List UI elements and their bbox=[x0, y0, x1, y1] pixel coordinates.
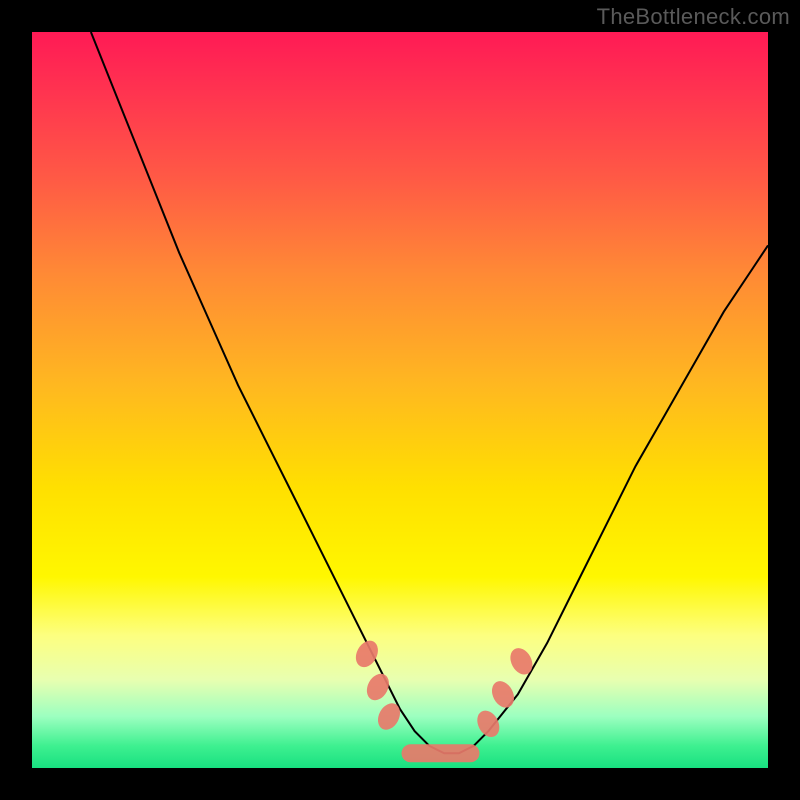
marker-dot-1 bbox=[362, 670, 393, 704]
watermark-text: TheBottleneck.com bbox=[597, 4, 790, 30]
marker-group bbox=[351, 637, 536, 762]
marker-dot-0 bbox=[351, 637, 382, 671]
plot-gradient-area bbox=[32, 32, 768, 768]
marker-dot-4 bbox=[473, 707, 504, 741]
chart-frame: TheBottleneck.com bbox=[0, 0, 800, 800]
bottleneck-curve-svg bbox=[32, 32, 768, 768]
bottleneck-curve-line bbox=[91, 32, 768, 753]
marker-dot-6 bbox=[506, 644, 537, 678]
marker-dot-5 bbox=[488, 677, 519, 711]
marker-pill-3 bbox=[402, 744, 480, 762]
marker-dot-2 bbox=[374, 699, 405, 733]
